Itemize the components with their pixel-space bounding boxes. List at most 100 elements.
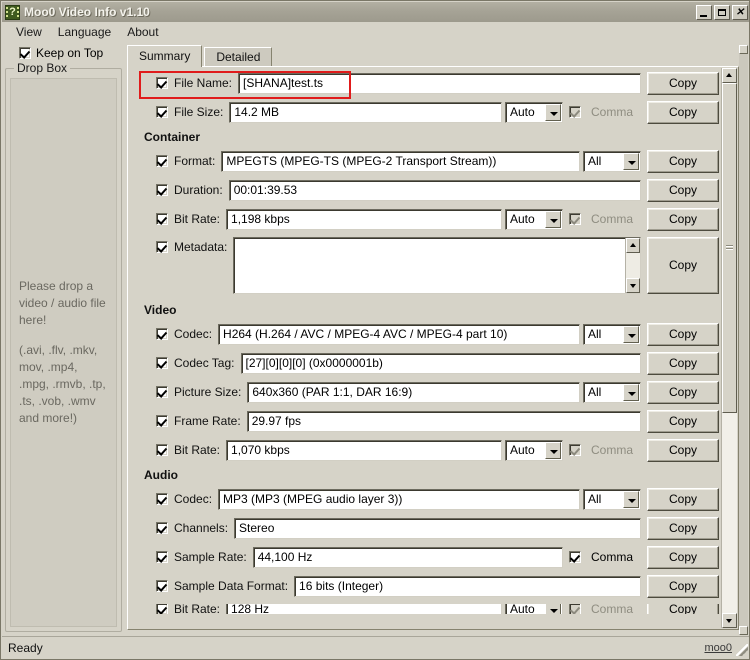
audio-codec-value[interactable]: MP3 (MP3 (MPEG audio layer 3)) (218, 488, 580, 510)
menu-item-language[interactable]: Language (50, 23, 119, 41)
chevron-down-icon[interactable] (623, 383, 639, 401)
drop-box-group: Drop Box Please drop a video / audio fil… (5, 61, 122, 632)
video-picture-size-value[interactable]: 640x360 (PAR 1:1, DAR 16:9) (247, 381, 580, 403)
audio-bitrate-checkbox[interactable] (156, 604, 168, 614)
copy-button-file-name[interactable]: Copy (647, 71, 719, 95)
file-size-value[interactable]: 14.2 MB (229, 101, 502, 123)
container-bitrate-comma-checkbox[interactable] (569, 213, 581, 225)
moo0-link[interactable]: moo0 (704, 642, 732, 654)
copy-button-audio-sample-data-format[interactable]: Copy (647, 574, 719, 598)
chevron-down-icon[interactable] (545, 604, 561, 614)
audio-bitrate-comma-checkbox[interactable] (569, 604, 581, 614)
summary-scrollbar-track[interactable] (722, 83, 737, 613)
window-scroll-down-icon[interactable] (739, 626, 748, 635)
chevron-down-icon[interactable] (623, 325, 639, 343)
summary-scrollbar[interactable] (721, 68, 737, 628)
copy-button-audio-sample-rate[interactable]: Copy (647, 545, 719, 569)
video-frame-rate-checkbox[interactable] (156, 415, 168, 427)
container-metadata-checkbox[interactable] (156, 241, 168, 253)
video-codec-select[interactable]: All (583, 323, 641, 345)
container-format-value[interactable]: MPEGTS (MPEG-TS (MPEG-2 Transport Stream… (221, 150, 580, 172)
close-icon[interactable]: ✕ (732, 4, 748, 20)
video-frame-rate-value[interactable]: 29.97 fps (246, 410, 641, 432)
video-picture-size-select[interactable]: All (583, 381, 641, 403)
chevron-down-icon[interactable] (545, 441, 561, 459)
container-duration-value[interactable]: 00:01:39.53 (228, 179, 641, 201)
video-bitrate-comma-checkbox[interactable] (569, 444, 581, 456)
container-bitrate-comma-group[interactable]: Comma (569, 212, 641, 226)
window-scrollbar[interactable] (739, 45, 748, 635)
window-scroll-up-icon[interactable] (739, 45, 748, 54)
keep-on-top-row[interactable]: Keep on Top (19, 45, 122, 61)
video-picture-size-checkbox[interactable] (156, 386, 168, 398)
copy-button-container-duration[interactable]: Copy (647, 178, 719, 202)
container-format-select[interactable]: All (583, 150, 641, 172)
video-bitrate-comma-group[interactable]: Comma (569, 443, 641, 457)
resize-grip-icon[interactable] (736, 644, 748, 656)
audio-bitrate-value[interactable]: 128 Hz (226, 604, 502, 614)
tab-summary[interactable]: Summary (127, 45, 203, 67)
menu-item-view[interactable]: View (8, 23, 50, 41)
video-codec-value[interactable]: H264 (H.264 / AVC / MPEG-4 AVC / MPEG-4 … (218, 323, 580, 345)
copy-button-video-codec-tag[interactable]: Copy (647, 351, 719, 375)
audio-bitrate-comma-group[interactable]: Comma (569, 604, 641, 614)
chevron-down-icon[interactable] (623, 152, 639, 170)
video-codec-checkbox[interactable] (156, 328, 168, 340)
maximize-button[interactable] (714, 4, 730, 20)
scroll-down-icon[interactable] (626, 278, 640, 293)
chevron-down-icon[interactable] (623, 490, 639, 508)
scroll-down-icon[interactable] (722, 613, 737, 628)
file-size-comma-checkbox[interactable] (569, 106, 581, 118)
video-bitrate-unit-select[interactable]: Auto (505, 439, 563, 461)
audio-sample-data-format-value[interactable]: 16 bits (Integer) (294, 575, 641, 597)
audio-sample-rate-comma-group[interactable]: Comma (569, 550, 641, 564)
audio-channels-checkbox[interactable] (156, 522, 168, 534)
container-bitrate-unit-select[interactable]: Auto (505, 208, 563, 230)
menu-item-about[interactable]: About (119, 23, 166, 41)
file-size-checkbox[interactable] (156, 106, 168, 118)
file-size-unit-select[interactable]: Auto (505, 101, 563, 123)
audio-bitrate-unit-select[interactable]: Auto (505, 604, 563, 614)
metadata-scrollbar[interactable] (625, 238, 640, 293)
copy-button-container-format[interactable]: Copy (647, 149, 719, 173)
copy-button-audio-channels[interactable]: Copy (647, 516, 719, 540)
video-bitrate-value[interactable]: 1,070 kbps (226, 439, 502, 461)
drop-zone[interactable]: Please drop a video / audio file here! (… (10, 78, 117, 627)
copy-button-container-metadata[interactable]: Copy (647, 237, 719, 294)
audio-channels-label: Channels: (174, 521, 229, 535)
minimize-button[interactable] (696, 4, 712, 20)
video-codec-tag-checkbox[interactable] (156, 357, 168, 369)
copy-button-audio-codec[interactable]: Copy (647, 487, 719, 511)
audio-codec-select[interactable]: All (583, 488, 641, 510)
scroll-up-icon[interactable] (722, 68, 737, 83)
audio-sample-rate-comma-checkbox[interactable] (569, 551, 581, 563)
chevron-down-icon[interactable] (545, 103, 561, 121)
audio-sample-rate-checkbox[interactable] (156, 551, 168, 563)
audio-channels-value[interactable]: Stereo (234, 517, 641, 539)
summary-scrollbar-thumb[interactable] (722, 83, 737, 413)
copy-button-file-size[interactable]: Copy (647, 100, 719, 124)
keep-on-top-checkbox[interactable] (19, 47, 31, 59)
video-codec-tag-value[interactable]: [27][0][0][0] (0x0000001b) (240, 352, 641, 374)
container-bitrate-checkbox[interactable] (156, 213, 168, 225)
audio-sample-rate-value[interactable]: 44,100 Hz (252, 546, 563, 568)
scroll-up-icon[interactable] (626, 238, 640, 253)
tab-detailed[interactable]: Detailed (204, 47, 273, 67)
file-name-checkbox[interactable] (156, 77, 168, 89)
container-bitrate-value[interactable]: 1,198 kbps (226, 208, 502, 230)
copy-button-video-frame-rate[interactable]: Copy (647, 409, 719, 433)
audio-sample-data-format-checkbox[interactable] (156, 580, 168, 592)
copy-button-container-bitrate[interactable]: Copy (647, 207, 719, 231)
file-size-comma-group[interactable]: Comma (569, 105, 641, 119)
container-duration-checkbox[interactable] (156, 184, 168, 196)
copy-button-audio-bitrate[interactable]: Copy (647, 604, 719, 614)
copy-button-video-bitrate[interactable]: Copy (647, 438, 719, 462)
container-metadata-textarea[interactable] (233, 237, 641, 294)
copy-button-video-codec[interactable]: Copy (647, 322, 719, 346)
video-bitrate-checkbox[interactable] (156, 444, 168, 456)
copy-button-video-picture-size[interactable]: Copy (647, 380, 719, 404)
chevron-down-icon[interactable] (545, 210, 561, 228)
container-format-checkbox[interactable] (156, 155, 168, 167)
audio-codec-checkbox[interactable] (156, 493, 168, 505)
file-name-value[interactable]: [SHANA]test.ts (238, 72, 641, 94)
